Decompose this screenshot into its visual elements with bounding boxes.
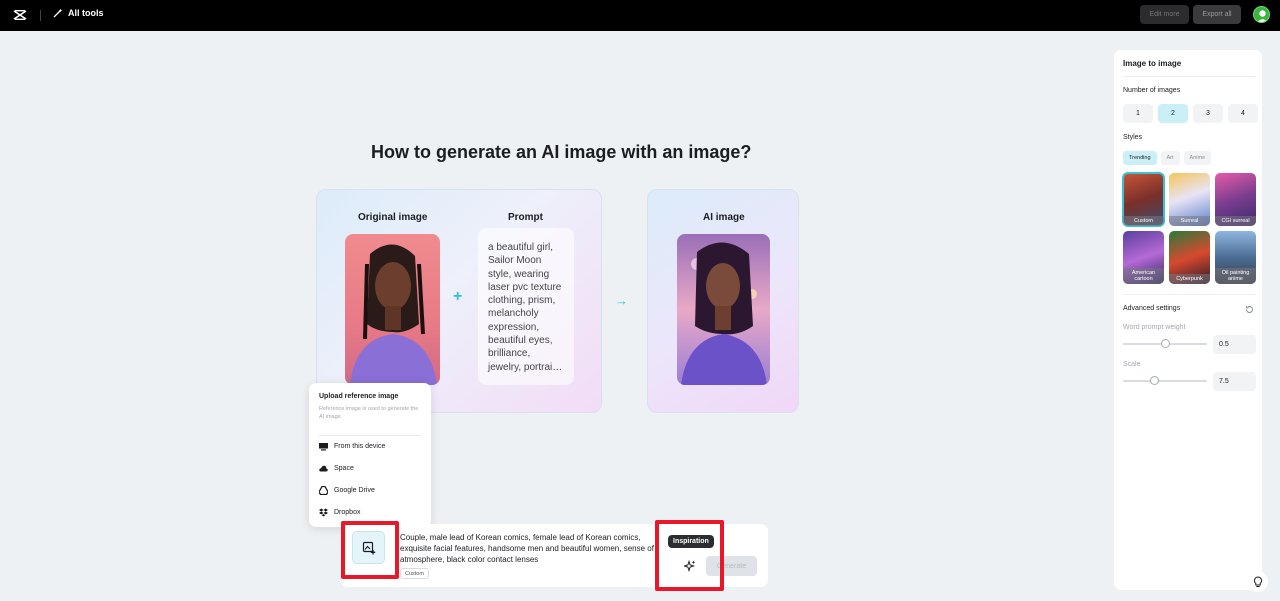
scale-label: Scale — [1123, 361, 1141, 368]
ai-image-label: AI image — [703, 212, 745, 223]
style-oil-painting-anime-label: Oil painting anime — [1215, 268, 1256, 284]
word-prompt-weight-value[interactable]: 0.5 — [1213, 335, 1256, 354]
highlight-inspiration-button — [655, 520, 724, 591]
number-option-4[interactable]: 4 — [1228, 104, 1258, 123]
upload-reference-popover: Upload reference image Reference image i… — [309, 383, 431, 527]
page-title: How to generate an AI image with an imag… — [371, 142, 752, 162]
original-image — [345, 234, 440, 385]
original-image-label: Original image — [358, 212, 428, 223]
prompt-label: Prompt — [508, 212, 543, 223]
popover-subtitle: Reference image is used to generate the … — [319, 406, 419, 420]
export-all-button[interactable]: Export all — [1193, 5, 1241, 24]
style-oil-painting-anime[interactable]: Oil painting anime — [1215, 231, 1256, 284]
style-grid: Custom Surreal CGI surreal American cart… — [1122, 172, 1256, 284]
popover-title: Upload reference image — [319, 393, 399, 400]
plus-icon: + — [453, 288, 463, 305]
style-custom-label: Custom — [1123, 216, 1164, 226]
dropbox-icon — [319, 508, 328, 517]
scale-value[interactable]: 7.5 — [1213, 372, 1256, 391]
tab-anime[interactable]: Anime — [1183, 151, 1212, 165]
style-cyberpunk-label: Cyberpunk — [1169, 274, 1210, 284]
style-american-cartoon-label: American cartoon — [1123, 268, 1164, 284]
edit-more-button[interactable]: Edit more — [1140, 5, 1189, 24]
highlight-upload-button — [341, 521, 399, 579]
prompt-example-box: a beautiful girl, Sailor Moon style, wea… — [478, 228, 574, 385]
all-tools-label: All tools — [68, 8, 104, 18]
panel-divider — [1123, 294, 1255, 295]
word-prompt-weight-slider[interactable] — [1123, 339, 1207, 348]
cloud-icon — [319, 464, 328, 473]
top-bar: All tools Edit more Export all — [0, 0, 1280, 31]
style-surreal[interactable]: Surreal — [1169, 173, 1210, 226]
number-option-1[interactable]: 1 — [1123, 104, 1153, 123]
style-cgi-surreal-label: CGI surreal — [1215, 216, 1256, 226]
number-of-images-selector: 1 2 3 4 — [1123, 104, 1258, 123]
device-label: From this device — [334, 443, 386, 450]
google-drive-icon — [319, 486, 328, 495]
settings-panel: Image to image Number of images 1 2 3 4 … — [1114, 50, 1262, 590]
google-drive-label: Google Drive — [334, 487, 375, 494]
custom-style-tag: Custom — [400, 568, 429, 579]
topbar-divider — [40, 10, 41, 21]
ai-image — [677, 234, 770, 385]
upload-from-device[interactable]: From this device — [319, 442, 385, 451]
slider-knob[interactable] — [1150, 376, 1159, 385]
word-prompt-weight-label: Word prompt weight — [1123, 324, 1186, 331]
style-cyberpunk[interactable]: Cyberpunk — [1169, 231, 1210, 284]
all-tools-button[interactable]: All tools — [53, 8, 104, 18]
scale-slider[interactable] — [1123, 376, 1207, 385]
panel-title: Image to image — [1123, 59, 1182, 68]
number-of-images-label: Number of images — [1123, 87, 1181, 94]
upload-from-dropbox[interactable]: Dropbox — [319, 508, 360, 517]
lightbulb-icon — [1253, 575, 1262, 587]
panel-divider — [1123, 76, 1255, 77]
style-tabs: Trending Art Anime — [1123, 151, 1212, 165]
popover-divider — [319, 435, 421, 436]
number-option-2[interactable]: 2 — [1158, 104, 1188, 123]
arrow-right-icon: → — [615, 293, 628, 308]
example-card-output: AI image — [647, 189, 799, 413]
style-custom[interactable]: Custom — [1122, 172, 1165, 227]
magic-wand-icon — [53, 8, 63, 18]
slider-knob[interactable] — [1161, 339, 1170, 348]
help-button[interactable] — [1247, 571, 1268, 592]
user-avatar[interactable] — [1253, 6, 1270, 23]
advanced-settings-label: Advanced settings — [1123, 305, 1181, 312]
tab-art[interactable]: Art — [1160, 151, 1180, 165]
prompt-input[interactable]: Couple, male lead of Korean comics, fema… — [400, 532, 670, 565]
device-icon — [319, 442, 328, 451]
style-american-cartoon[interactable]: American cartoon — [1123, 231, 1164, 284]
style-cgi-surreal[interactable]: CGI surreal — [1215, 173, 1256, 226]
tab-trending[interactable]: Trending — [1123, 151, 1157, 165]
number-option-3[interactable]: 3 — [1193, 104, 1223, 123]
styles-label: Styles — [1123, 134, 1143, 141]
space-label: Space — [334, 465, 354, 472]
upload-from-space[interactable]: Space — [319, 464, 354, 473]
upload-from-google-drive[interactable]: Google Drive — [319, 486, 375, 495]
dropbox-label: Dropbox — [334, 509, 361, 516]
avatar-icon — [1257, 10, 1268, 22]
capcut-logo-icon[interactable] — [12, 7, 28, 23]
reset-icon[interactable] — [1245, 305, 1254, 314]
style-surreal-label: Surreal — [1169, 216, 1210, 226]
example-card-input: Original image Prompt + a beautiful girl… — [316, 189, 602, 413]
